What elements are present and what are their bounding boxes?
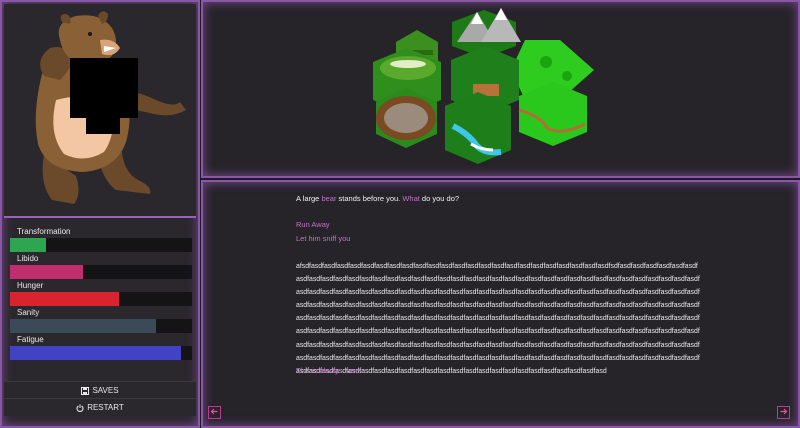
arrow-right-icon (780, 408, 788, 415)
stat-fill (10, 265, 83, 279)
fatigue-bar (10, 346, 192, 360)
persistent-text: This is always here. (296, 366, 362, 375)
stat-label-transformation: Transformation (17, 227, 71, 236)
stat-label-libido: Libido (17, 254, 39, 263)
stat-label-sanity: Sanity (17, 308, 40, 317)
hex-map (373, 8, 594, 164)
choice-run-away[interactable]: Run Away (296, 220, 330, 229)
intro-suffix: do you do? (419, 194, 460, 203)
sidebar-divider (4, 216, 196, 218)
sanity-bar (10, 319, 192, 333)
map-panel (201, 0, 800, 178)
saves-label: SAVES (92, 386, 119, 395)
story-filler-text: afsdfasdfasdfasdfasdfasdfasdfasdfasdfasd… (296, 263, 700, 375)
prev-button[interactable] (208, 406, 221, 419)
bear-link[interactable]: bear (321, 194, 336, 203)
stat-label-fatigue: Fatigue (17, 335, 44, 344)
libido-bar (10, 265, 192, 279)
floppy-disk-icon (81, 386, 90, 395)
bear-portrait (35, 11, 186, 204)
stat-fill (10, 319, 156, 333)
next-button[interactable] (777, 406, 790, 419)
hex-tile-river[interactable] (445, 92, 511, 164)
stat-fill (10, 346, 182, 360)
what-link[interactable]: What (402, 194, 420, 203)
hunger-bar (10, 292, 192, 306)
character-portrait (4, 4, 196, 216)
restart-label: RESTART (87, 403, 124, 412)
intro-middle: stands before you. (336, 194, 403, 203)
power-icon (76, 404, 84, 412)
choice-let-him-sniff[interactable]: Let him sniff you (296, 234, 350, 243)
arrow-left-icon (210, 408, 218, 415)
restart-button[interactable]: RESTART (4, 398, 196, 416)
story-intro: A large bear stands before you. What do … (296, 192, 459, 205)
transformation-bar (10, 238, 192, 252)
sidebar: Transformation Libido Hunger Sanity Fati… (0, 0, 200, 428)
stat-label-hunger: Hunger (17, 281, 44, 290)
stat-fill (10, 238, 47, 252)
story-panel: A large bear stands before you. What do … (201, 180, 800, 428)
saves-button[interactable]: SAVES (4, 381, 196, 399)
stat-fill (10, 292, 120, 306)
intro-prefix: A large (296, 194, 322, 203)
